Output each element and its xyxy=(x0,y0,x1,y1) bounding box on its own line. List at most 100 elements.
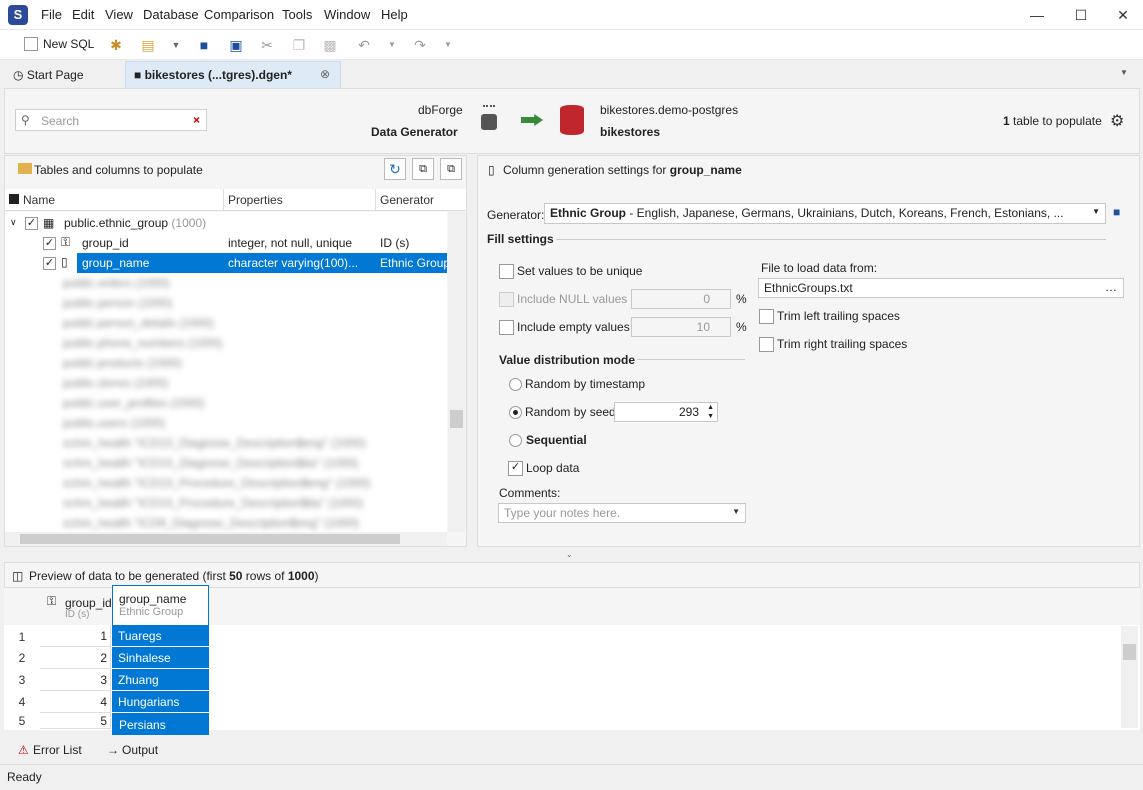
loop-data-checkbox[interactable]: ✓ xyxy=(508,461,523,476)
maximize-icon[interactable]: ☐ xyxy=(1066,6,1096,24)
generator-select[interactable]: Ethnic Group - English, Japanese, German… xyxy=(544,203,1106,224)
list-item[interactable]: public.stores (1000) xyxy=(10,376,410,396)
cell-name[interactable]: Persians xyxy=(112,713,209,735)
include-empty-checkbox[interactable] xyxy=(499,320,514,335)
expand-all-icon[interactable]: ⧉ xyxy=(412,158,434,180)
menu-tools[interactable]: Tools xyxy=(282,7,312,22)
minimize-icon[interactable]: — xyxy=(1022,6,1052,24)
cell-name[interactable]: Hungarians xyxy=(112,691,209,713)
redo-dropdown-icon[interactable]: ▼ xyxy=(440,37,456,53)
list-item[interactable]: public.products (1000) xyxy=(10,356,410,376)
scrollbar-thumb[interactable] xyxy=(20,534,400,544)
preview-col-id[interactable]: group_id xyxy=(65,596,112,610)
tab-close-icon[interactable]: ⊗ xyxy=(320,67,330,81)
refresh-icon[interactable]: ↻ xyxy=(384,158,406,180)
list-item[interactable]: public.person (1000) xyxy=(10,296,410,316)
menu-edit[interactable]: Edit xyxy=(72,7,94,22)
trim-right-checkbox[interactable] xyxy=(759,337,774,352)
menu-window[interactable]: Window xyxy=(324,7,370,22)
tab-document[interactable]: ■ bikestores (...tgres).dgen* ⊗ xyxy=(125,61,341,88)
random-seed-radio[interactable] xyxy=(509,406,522,419)
empty-percent-input[interactable]: 10 xyxy=(631,317,731,337)
paste-icon[interactable]: ▩ xyxy=(322,37,338,53)
output-tab[interactable]: Output xyxy=(122,743,158,757)
open-folder-icon[interactable]: ▤ xyxy=(140,37,156,53)
list-item[interactable]: public.orders (1000) xyxy=(10,276,410,296)
chevron-down-icon[interactable]: ∨ xyxy=(10,217,17,228)
undo-icon[interactable]: ↶ xyxy=(356,37,372,53)
list-item[interactable]: schm_health "ICD10_Diagnose_Description$… xyxy=(10,456,410,476)
null-percent-value: 0 xyxy=(703,292,710,306)
random-timestamp-radio[interactable] xyxy=(509,378,522,391)
cell-name[interactable]: Zhuang xyxy=(112,669,209,691)
redo-icon[interactable]: ↷ xyxy=(412,37,428,53)
close-window-icon[interactable]: ✕ xyxy=(1108,6,1138,24)
file-input[interactable]: EthnicGroups.txt… xyxy=(758,278,1124,298)
new-sql-button[interactable]: New SQL xyxy=(43,37,94,51)
include-null-checkbox[interactable] xyxy=(499,292,514,307)
list-item[interactable]: public.users (1000) xyxy=(10,416,410,436)
table-checkbox[interactable]: ✓ xyxy=(25,217,38,230)
menu-file[interactable]: File xyxy=(41,7,62,22)
cell-id[interactable]: 4 xyxy=(40,691,111,713)
list-item[interactable]: schm_health "ICD10_Procedure_Description… xyxy=(10,496,410,516)
new-file-icon[interactable]: ✱ xyxy=(108,37,124,53)
save-icon[interactable]: ■ xyxy=(196,37,212,53)
column-checkbox[interactable]: ✓ xyxy=(43,257,56,270)
copy-icon[interactable]: ❐ xyxy=(291,37,307,53)
preview-scrollbar[interactable] xyxy=(1121,626,1138,728)
column-generator[interactable]: Ethnic Group xyxy=(380,256,450,270)
column-header-name[interactable]: Name xyxy=(5,189,223,211)
sequential-radio[interactable] xyxy=(509,434,522,447)
menu-database[interactable]: Database xyxy=(143,7,199,22)
menu-comparison[interactable]: Comparison xyxy=(204,7,274,22)
trim-left-checkbox[interactable] xyxy=(759,309,774,324)
cell-id[interactable]: 1 xyxy=(40,625,111,647)
splitter-chevron-icon[interactable]: ⌄ xyxy=(566,550,573,559)
collapse-all-icon[interactable]: ⧉ xyxy=(440,158,462,180)
gear-icon[interactable]: ⚙ xyxy=(1110,111,1124,131)
column-name[interactable]: group_name xyxy=(82,256,149,270)
list-item[interactable]: schm_health "ICD10_Diagnose_Description$… xyxy=(10,436,410,456)
scrollbar-thumb[interactable] xyxy=(450,410,463,428)
menu-help[interactable]: Help xyxy=(381,7,408,22)
column-generator[interactable]: ID (s) xyxy=(380,236,409,250)
clear-search-icon[interactable]: × xyxy=(193,113,200,127)
search-input[interactable]: Search xyxy=(41,114,79,128)
cut-icon[interactable]: ✂ xyxy=(259,37,275,53)
column-name[interactable]: group_id xyxy=(82,236,129,250)
tab-start-page[interactable]: ◷ Start Page xyxy=(5,62,120,88)
list-item[interactable]: public.user_profiles (1000) xyxy=(10,396,410,416)
column-header-generator[interactable]: Generator xyxy=(375,189,466,211)
select-all-checkbox[interactable] xyxy=(9,194,19,204)
cell-id[interactable]: 2 xyxy=(40,647,111,669)
list-item[interactable]: schm_health "ICD10_Procedure_Description… xyxy=(10,476,410,496)
cell-id[interactable]: 5 xyxy=(40,713,111,729)
column-header-properties[interactable]: Properties xyxy=(223,189,375,211)
save-all-icon[interactable]: ▣ xyxy=(228,37,244,53)
list-item[interactable]: public.phone_numbers (1000) xyxy=(10,336,410,356)
cell-id[interactable]: 3 xyxy=(40,669,111,691)
unique-checkbox[interactable] xyxy=(499,264,514,279)
error-list-tab[interactable]: Error List xyxy=(33,743,82,757)
menu-view[interactable]: View xyxy=(105,7,133,22)
browse-icon[interactable]: … xyxy=(1105,280,1117,294)
column-checkbox[interactable]: ✓ xyxy=(43,237,56,250)
scrollbar-thumb[interactable] xyxy=(1123,644,1136,660)
table-name[interactable]: public.ethnic_group xyxy=(64,216,168,230)
search-box[interactable]: ⚲ Search × xyxy=(15,109,207,131)
cell-name[interactable]: Sinhalese xyxy=(112,647,209,669)
chevron-down-icon[interactable]: ▼ xyxy=(168,37,184,53)
null-percent-input[interactable]: 0 xyxy=(631,289,731,309)
cell-name[interactable]: Tuaregs xyxy=(112,625,209,647)
comments-input[interactable]: Type your notes here. ▼ xyxy=(498,503,746,523)
stepper-icon[interactable]: ▲ ▼ xyxy=(707,403,714,421)
undo-dropdown-icon[interactable]: ▼ xyxy=(384,37,400,53)
list-item[interactable]: public.person_details (1000) xyxy=(10,316,410,336)
vertical-scrollbar[interactable] xyxy=(448,212,465,532)
preview-col-name-header[interactable]: group_name Ethnic Group xyxy=(112,585,209,626)
horizontal-scrollbar[interactable] xyxy=(5,532,447,546)
save-generator-icon[interactable]: ■ xyxy=(1113,205,1120,219)
tab-overflow-icon[interactable]: ▼ xyxy=(1120,68,1128,77)
seed-input[interactable]: 293 ▲ ▼ xyxy=(614,402,718,422)
